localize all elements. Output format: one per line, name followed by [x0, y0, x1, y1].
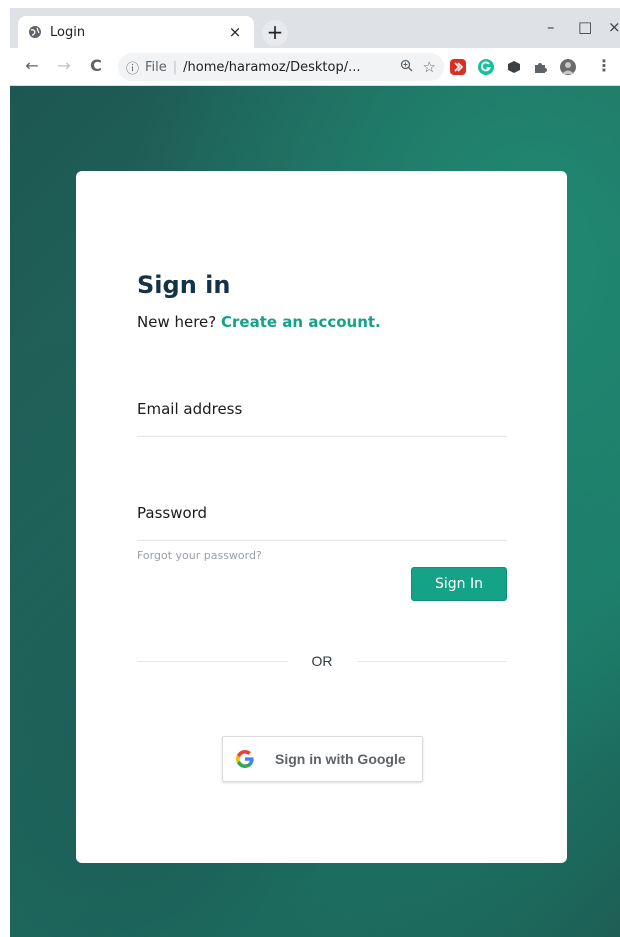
profile-avatar[interactable]: [560, 59, 576, 75]
extensions-puzzle-icon[interactable]: [532, 59, 548, 75]
tab-close-icon[interactable]: ×: [226, 23, 244, 41]
menu-icon[interactable]: ⋮: [594, 56, 614, 76]
email-field-wrapper: [137, 387, 507, 437]
google-sign-in-button[interactable]: Sign in with Google: [222, 736, 423, 782]
tab-bar: Login × + – □ ×: [10, 8, 620, 48]
or-label: OR: [311, 653, 333, 669]
browser-toolbar: ← → C ⓘ File | /home/haramoz/Desktop/...…: [10, 48, 620, 86]
minimize-icon[interactable]: –: [547, 18, 555, 36]
zoom-icon[interactable]: [400, 59, 413, 76]
password-field-wrapper: [137, 491, 507, 541]
signup-prompt-text: New here?: [137, 313, 217, 331]
page-title: Sign in: [137, 271, 231, 299]
google-logo-icon: [235, 749, 255, 769]
divider-line-right: [356, 660, 507, 662]
password-field[interactable]: [137, 499, 507, 527]
back-icon[interactable]: ←: [22, 56, 42, 76]
info-icon[interactable]: ⓘ: [126, 58, 139, 77]
forward-icon[interactable]: →: [54, 56, 74, 76]
tab-title: Login: [50, 24, 86, 40]
sign-in-button[interactable]: Sign In: [411, 567, 507, 601]
google-button-label: Sign in with Google: [275, 751, 406, 767]
forgot-password-link[interactable]: Forgot your password?: [137, 549, 262, 562]
signup-prompt: New here? Create an account.: [137, 313, 381, 331]
grammarly-icon[interactable]: [478, 59, 494, 75]
divider-line-left: [137, 660, 288, 662]
extension-red-icon[interactable]: [450, 59, 466, 75]
globe-icon: [28, 25, 42, 39]
browser-window: Login × + – □ × ← → C ⓘ File | /home/har…: [10, 8, 620, 937]
reload-icon[interactable]: C: [86, 56, 106, 76]
new-tab-button[interactable]: +: [262, 20, 288, 46]
bookmark-star-icon[interactable]: ☆: [423, 58, 436, 76]
create-account-link[interactable]: Create an account.: [221, 313, 381, 331]
email-field[interactable]: [137, 395, 507, 423]
address-bar[interactable]: ⓘ File | /home/haramoz/Desktop/... ☆: [118, 53, 444, 81]
extension-cube-icon[interactable]: [506, 59, 522, 75]
close-window-icon[interactable]: ×: [608, 18, 620, 36]
address-separator: |: [172, 59, 178, 75]
login-card: Sign in New here? Create an account. For…: [76, 171, 567, 863]
address-scheme: File: [145, 59, 167, 75]
maximize-icon[interactable]: □: [578, 18, 592, 36]
tab-login[interactable]: Login ×: [18, 16, 254, 48]
or-divider: OR: [137, 651, 507, 671]
address-path[interactable]: /home/haramoz/Desktop/...: [183, 60, 389, 75]
